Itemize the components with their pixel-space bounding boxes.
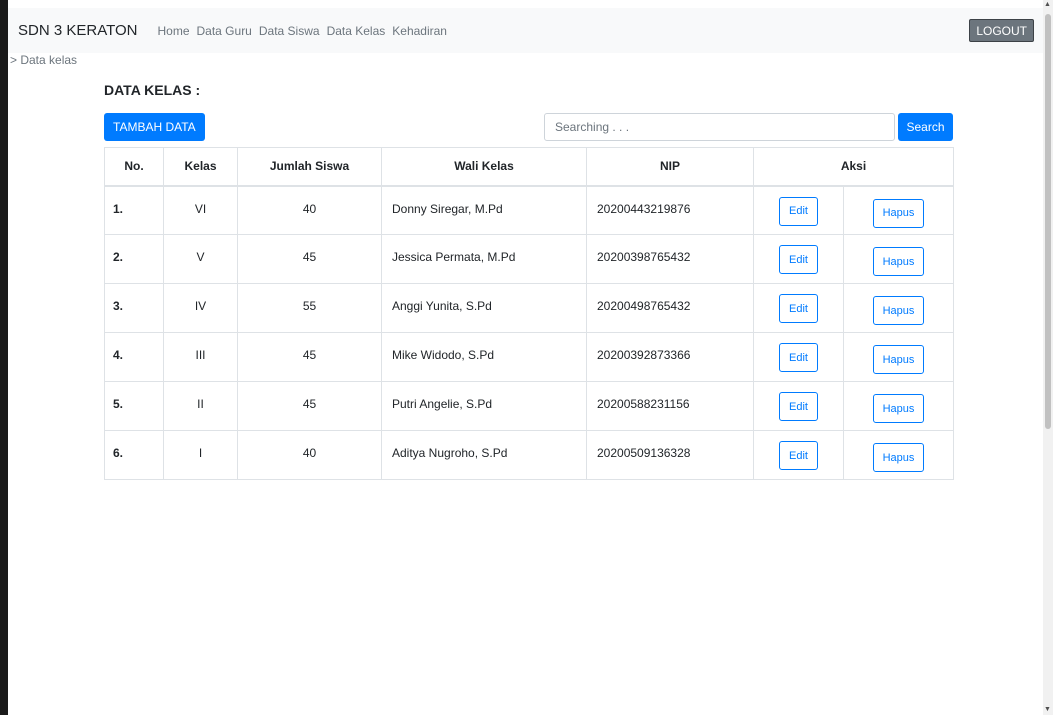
cell-nip: 20200498765432 xyxy=(586,283,754,333)
cell-edit: Edit xyxy=(753,381,844,431)
nav-link-data-kelas[interactable]: Data Kelas xyxy=(327,24,386,38)
cell-no: 5. xyxy=(104,381,164,431)
cell-wali-kelas: Anggi Yunita, S.Pd xyxy=(381,283,587,333)
cell-jumlah-siswa: 40 xyxy=(237,185,382,235)
table-row: 6. I 40 Aditya Nugroho, S.Pd 20200509136… xyxy=(104,430,955,480)
cell-jumlah-siswa: 40 xyxy=(237,430,382,480)
cell-edit: Edit xyxy=(753,234,844,284)
cell-nip: 20200398765432 xyxy=(586,234,754,284)
delete-button[interactable]: Hapus xyxy=(872,296,925,325)
table-row: 3. IV 55 Anggi Yunita, S.Pd 202004987654… xyxy=(104,283,955,333)
cell-hapus: Hapus xyxy=(842,430,955,480)
cell-kelas: V xyxy=(163,234,238,284)
nav-link-kehadiran[interactable]: Kehadiran xyxy=(392,24,447,38)
nav-link-data-guru[interactable]: Data Guru xyxy=(197,24,252,38)
class-table: No. Kelas Jumlah Siswa Wali Kelas NIP Ak… xyxy=(104,147,955,480)
vertical-scrollbar[interactable]: ▲ ▼ xyxy=(1043,0,1053,715)
nav-links: Home Data Guru Data Siswa Data Kelas Keh… xyxy=(157,24,454,38)
edit-button[interactable]: Edit xyxy=(779,441,818,470)
breadcrumb: > Data kelas xyxy=(10,53,78,67)
cell-kelas: VI xyxy=(163,185,238,235)
table-row: 5. II 45 Putri Angelie, S.Pd 20200588231… xyxy=(104,381,955,431)
cell-no: 4. xyxy=(104,332,164,382)
cell-hapus: Hapus xyxy=(842,185,955,235)
edit-button[interactable]: Edit xyxy=(779,294,818,323)
cell-no: 2. xyxy=(104,234,164,284)
header-no: No. xyxy=(104,147,164,187)
cell-no: 3. xyxy=(104,283,164,333)
scroll-down-arrow-icon[interactable]: ▼ xyxy=(1044,706,1051,714)
window-top-edge xyxy=(8,0,1043,8)
scroll-up-arrow-icon[interactable]: ▲ xyxy=(1044,1,1051,9)
cell-wali-kelas: Donny Siregar, M.Pd xyxy=(381,185,587,235)
cell-nip: 20200588231156 xyxy=(586,381,754,431)
cell-hapus: Hapus xyxy=(842,234,955,284)
edit-button[interactable]: Edit xyxy=(779,196,818,226)
cell-edit: Edit xyxy=(753,332,844,382)
cell-edit: Edit xyxy=(753,283,844,333)
cell-wali-kelas: Mike Widodo, S.Pd xyxy=(381,332,587,382)
edit-button[interactable]: Edit xyxy=(779,392,818,421)
cell-edit: Edit xyxy=(753,430,844,480)
cell-wali-kelas: Jessica Permata, M.Pd xyxy=(381,234,587,284)
cell-no: 1. xyxy=(104,185,164,235)
cell-jumlah-siswa: 45 xyxy=(237,381,382,431)
scroll-thumb[interactable] xyxy=(1045,14,1051,429)
cell-wali-kelas: Aditya Nugroho, S.Pd xyxy=(381,430,587,480)
header-aksi: Aksi xyxy=(752,147,955,187)
header-wali-kelas: Wali Kelas xyxy=(381,147,587,187)
cell-jumlah-siswa: 45 xyxy=(237,234,382,284)
cell-kelas: IV xyxy=(163,283,238,333)
page-title: DATA KELAS : xyxy=(104,82,201,98)
cell-edit: Edit xyxy=(753,185,844,235)
search-input[interactable] xyxy=(544,113,895,141)
edit-button[interactable]: Edit xyxy=(779,245,818,274)
cell-jumlah-siswa: 45 xyxy=(237,332,382,382)
cell-no: 6. xyxy=(104,430,164,480)
cell-hapus: Hapus xyxy=(842,283,955,333)
table-row: 4. III 45 Mike Widodo, S.Pd 202003928733… xyxy=(104,332,955,382)
header-jumlah-siswa: Jumlah Siswa xyxy=(237,147,382,187)
cell-nip: 20200392873366 xyxy=(586,332,754,382)
cell-kelas: I xyxy=(163,430,238,480)
table-header-row: No. Kelas Jumlah Siswa Wali Kelas NIP Ak… xyxy=(104,147,955,187)
cell-nip: 20200509136328 xyxy=(586,430,754,480)
header-kelas: Kelas xyxy=(163,147,238,187)
nav-link-data-siswa[interactable]: Data Siswa xyxy=(259,24,320,38)
table-row: 1. VI 40 Donny Siregar, M.Pd 20200443219… xyxy=(104,185,955,235)
delete-button[interactable]: Hapus xyxy=(872,394,925,423)
cell-hapus: Hapus xyxy=(842,381,955,431)
logout-button[interactable]: LOGOUT xyxy=(969,19,1034,42)
delete-button[interactable]: Hapus xyxy=(872,443,925,472)
delete-button[interactable]: Hapus xyxy=(872,198,925,228)
cell-kelas: III xyxy=(163,332,238,382)
navbar: SDN 3 KERATON Home Data Guru Data Siswa … xyxy=(8,8,1043,53)
brand-title[interactable]: SDN 3 KERATON xyxy=(18,22,137,39)
add-data-button[interactable]: TAMBAH DATA xyxy=(104,113,205,141)
delete-button[interactable]: Hapus xyxy=(872,247,925,276)
cell-kelas: II xyxy=(163,381,238,431)
cell-hapus: Hapus xyxy=(842,332,955,382)
table-row: 2. V 45 Jessica Permata, M.Pd 2020039876… xyxy=(104,234,955,284)
edit-button[interactable]: Edit xyxy=(779,343,818,372)
cell-wali-kelas: Putri Angelie, S.Pd xyxy=(381,381,587,431)
window-left-edge xyxy=(0,0,8,715)
header-nip: NIP xyxy=(586,147,754,187)
search-button[interactable]: Search xyxy=(898,113,953,141)
cell-nip: 20200443219876 xyxy=(586,185,754,235)
cell-jumlah-siswa: 55 xyxy=(237,283,382,333)
delete-button[interactable]: Hapus xyxy=(872,345,925,374)
nav-link-home[interactable]: Home xyxy=(157,24,189,38)
